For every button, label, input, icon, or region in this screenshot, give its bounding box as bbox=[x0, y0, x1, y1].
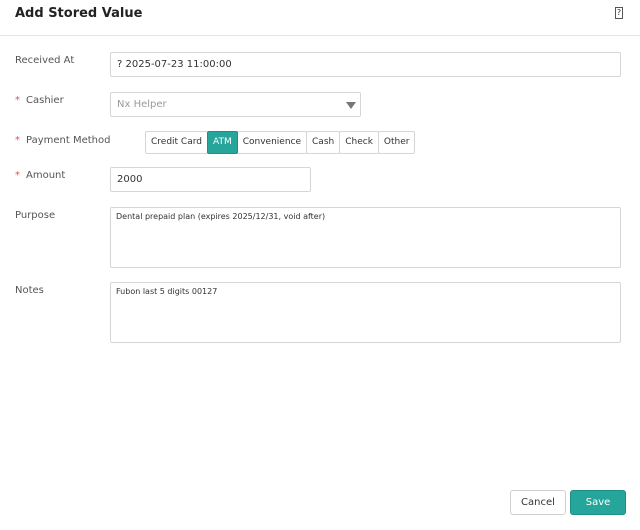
required-mark: * bbox=[15, 135, 20, 146]
close-icon[interactable]: ? bbox=[615, 7, 623, 19]
payment-method-group: Credit Card ATM Convenience Cash Check O… bbox=[145, 131, 416, 154]
purpose-value: Dental prepaid plan (expires 2025/12/31,… bbox=[116, 212, 326, 221]
notes-value: Fubon last 5 digits 00127 bbox=[116, 287, 218, 296]
payment-option-other[interactable]: Other bbox=[377, 131, 416, 154]
received-at-input[interactable]: ? 2025-07-23 11:00:00 bbox=[110, 52, 621, 77]
save-button[interactable]: Save bbox=[570, 490, 626, 515]
cashier-select[interactable]: Nx Helper bbox=[110, 92, 361, 117]
purpose-textarea[interactable]: Dental prepaid plan (expires 2025/12/31,… bbox=[110, 207, 621, 268]
dialog-header: Add Stored Value ? bbox=[0, 0, 640, 36]
required-mark: * bbox=[15, 95, 20, 106]
notes-textarea[interactable]: Fubon last 5 digits 00127 bbox=[110, 282, 621, 343]
amount-value: 2000 bbox=[117, 174, 143, 185]
notes-label: Notes bbox=[15, 285, 44, 296]
cashier-placeholder: Nx Helper bbox=[117, 99, 167, 110]
required-mark: * bbox=[15, 170, 20, 181]
payment-option-convenience[interactable]: Convenience bbox=[236, 131, 308, 154]
payment-method-label: * Payment Method bbox=[15, 135, 111, 146]
payment-option-credit-card[interactable]: Credit Card bbox=[145, 131, 208, 154]
purpose-label: Purpose bbox=[15, 210, 56, 221]
amount-input[interactable]: 2000 bbox=[110, 167, 311, 192]
dialog-title: Add Stored Value bbox=[15, 6, 143, 21]
chevron-down-icon bbox=[346, 102, 356, 109]
payment-option-check[interactable]: Check bbox=[339, 131, 379, 154]
received-at-label: Received At bbox=[15, 55, 75, 66]
calendar-icon: ? bbox=[117, 59, 123, 70]
cashier-label: * Cashier bbox=[15, 95, 64, 106]
cancel-button[interactable]: Cancel bbox=[510, 490, 566, 515]
payment-option-cash[interactable]: Cash bbox=[306, 131, 341, 154]
received-at-value: 2025-07-23 11:00:00 bbox=[125, 59, 232, 70]
amount-label: * Amount bbox=[15, 170, 66, 181]
payment-option-atm[interactable]: ATM bbox=[206, 131, 238, 154]
